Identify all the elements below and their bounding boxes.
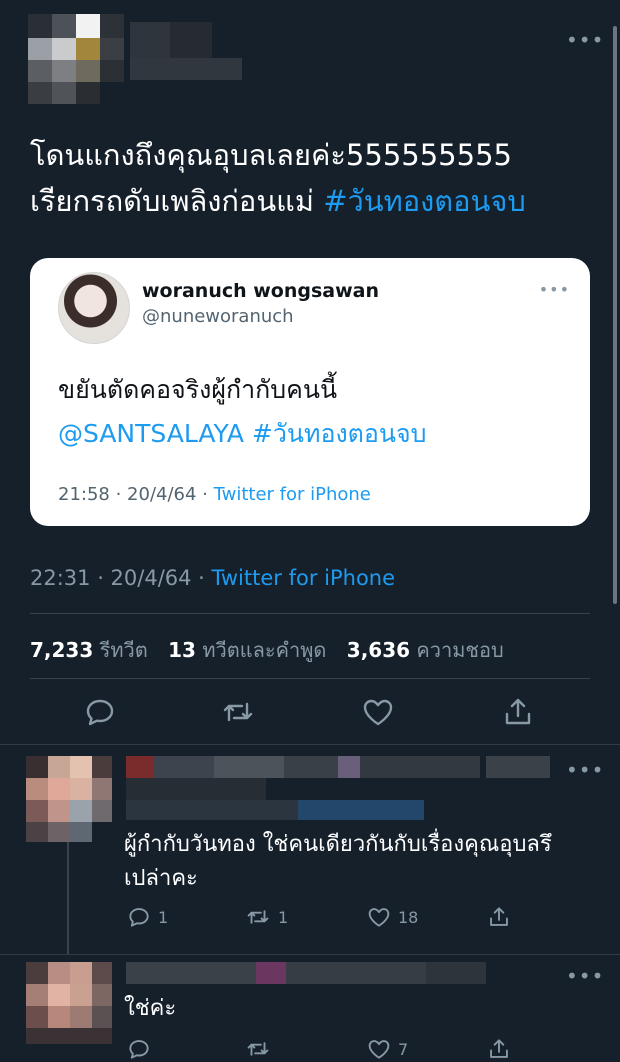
- reply-retweet-button[interactable]: 1: [244, 904, 288, 930]
- quoted-more-icon[interactable]: •••: [539, 280, 570, 299]
- replying-to[interactable]: [126, 800, 424, 820]
- tweet-time[interactable]: 22:31 · 20/4/64 ·: [30, 566, 212, 590]
- reply-text-line1: ผู้กำกับวันทอง ใช่คนเดียวกันกับเรื่องคุณ…: [124, 832, 552, 857]
- reply-reply-button[interactable]: [126, 1036, 152, 1062]
- divider: [0, 744, 620, 745]
- share-icon: [490, 1039, 508, 1058]
- divider: [30, 613, 590, 614]
- reply-more-icon[interactable]: •••: [566, 760, 604, 780]
- like-button[interactable]: [360, 694, 396, 730]
- share-button[interactable]: [500, 694, 536, 730]
- retweets-count[interactable]: 7,233: [30, 638, 93, 662]
- divider: [30, 678, 590, 679]
- author-avatar[interactable]: [28, 14, 124, 104]
- quoted-hashtag[interactable]: #วันทองตอนจบ: [244, 419, 427, 448]
- reply-retweet-button[interactable]: [244, 1036, 272, 1062]
- more-icon[interactable]: •••: [566, 30, 604, 50]
- reply-share-button[interactable]: [486, 1036, 512, 1062]
- retweet-icon: [247, 1042, 269, 1056]
- reply-icon: [86, 699, 114, 726]
- quoted-client[interactable]: Twitter for iPhone: [214, 484, 371, 505]
- divider: [0, 954, 620, 955]
- quoted-author-name[interactable]: woranuch wongsawan: [142, 280, 379, 302]
- quotes-count[interactable]: 13: [168, 638, 196, 662]
- share-icon: [490, 907, 508, 926]
- quoted-avatar[interactable]: [58, 272, 130, 344]
- like-count: 7: [398, 1039, 409, 1059]
- tweet-meta: 22:31 · 20/4/64 · Twitter for iPhone: [30, 566, 395, 590]
- reply-text-line1: ใช่ค่ะ: [124, 996, 177, 1021]
- heart-icon: [368, 908, 390, 927]
- author-name[interactable]: [130, 22, 242, 80]
- retweet-icon: [247, 910, 269, 924]
- reply-like-button[interactable]: 7: [366, 1036, 408, 1062]
- quoted-tweet-text: ขยันตัดคอจริงผู้กำกับคนนี้ @SANTSALAYA #…: [58, 368, 427, 456]
- likes-label[interactable]: ความชอบ: [416, 638, 503, 662]
- heart-icon: [368, 1040, 390, 1059]
- like-count: 18: [398, 907, 419, 927]
- quoted-text-line1: ขยันตัดคอจริงผู้กำกับคนนี้: [58, 375, 338, 404]
- reply-text: ใช่ค่ะ: [124, 992, 584, 1026]
- tweet-text: โดนแกงถึงคุณอุบลเลยค่ะ555555555 เรียกรถด…: [30, 132, 600, 224]
- reply-avatar[interactable]: [26, 962, 112, 1044]
- tweet-stats: 7,233 รีทวีต 13 ทวีตและคำพูด 3,636 ความช…: [30, 634, 518, 666]
- reply-like-button[interactable]: 18: [366, 904, 418, 930]
- reply-icon: [129, 1040, 149, 1059]
- retweet-icon: [223, 702, 253, 722]
- reply-count: 1: [158, 907, 169, 927]
- retweet-button[interactable]: [220, 694, 256, 730]
- quoted-meta: 21:58 · 20/4/64 · Twitter for iPhone: [58, 484, 371, 505]
- tweet-hashtag[interactable]: #วันทองตอนจบ: [323, 184, 526, 218]
- share-icon: [505, 698, 531, 725]
- quoted-mention[interactable]: @SANTSALAYA: [58, 419, 244, 448]
- quotes-label[interactable]: ทวีตและคำพูด: [202, 638, 326, 662]
- reply-author-name[interactable]: [126, 756, 550, 800]
- thread-line: [67, 842, 69, 954]
- reply-share-button[interactable]: [486, 904, 512, 930]
- reply-text-line2: เปล่าคะ: [124, 866, 198, 891]
- quoted-author-handle[interactable]: @nuneworanuch: [142, 306, 294, 327]
- tweet-text-line2-body: เรียกรถดับเพลิงก่อนแม่: [30, 184, 324, 218]
- reply-icon: [129, 908, 149, 927]
- tweet-text-line2: เรียกรถดับเพลิงก่อนแม่ #วันทองตอนจบ: [30, 178, 600, 224]
- reply-author-name[interactable]: [126, 962, 486, 984]
- quoted-tweet-card[interactable]: woranuch wongsawan @nuneworanuch ••• ขยั…: [30, 258, 590, 526]
- tweet-text-line1: โดนแกงถึงคุณอุบลเลยค่ะ555555555: [30, 138, 512, 172]
- scrollbar[interactable]: [613, 26, 617, 604]
- quoted-text-line2: @SANTSALAYA #วันทองตอนจบ: [58, 412, 427, 456]
- retweet-count: 1: [278, 907, 289, 927]
- reply-avatar[interactable]: [26, 756, 112, 842]
- reply-text: ผู้กำกับวันทอง ใช่คนเดียวกันกับเรื่องคุณ…: [124, 828, 584, 896]
- retweets-label[interactable]: รีทวีต: [100, 638, 148, 662]
- reply-button[interactable]: [82, 694, 118, 730]
- tweet-client[interactable]: Twitter for iPhone: [212, 566, 396, 590]
- likes-count[interactable]: 3,636: [347, 638, 410, 662]
- quoted-time: 21:58 · 20/4/64 ·: [58, 484, 214, 505]
- heart-icon: [363, 699, 393, 726]
- reply-reply-button[interactable]: 1: [126, 904, 168, 930]
- reply-more-icon[interactable]: •••: [566, 966, 604, 986]
